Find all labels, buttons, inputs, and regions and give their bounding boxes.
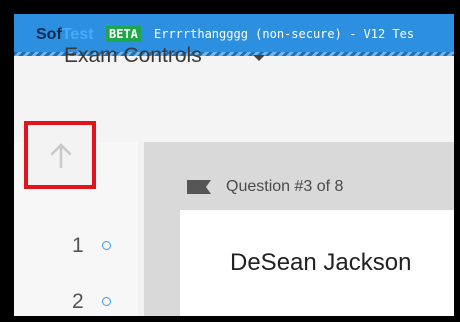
logo-text-part1: Sof — [36, 26, 62, 43]
arrow-up-icon — [50, 143, 72, 169]
question-header: Question #3 of 8 — [226, 178, 344, 195]
chevron-down-icon[interactable] — [253, 55, 265, 61]
question-number: 1 — [72, 234, 84, 257]
question-nav-item[interactable]: 2 — [72, 289, 142, 319]
circle-outline-icon — [102, 297, 111, 306]
circle-outline-icon — [102, 241, 111, 250]
window-title: Errrrthangggg (non-secure) - V12 Tes — [154, 27, 415, 41]
exam-controls-menu[interactable]: Exam Controls — [64, 43, 202, 69]
softest-logo: SofTest — [36, 25, 94, 45]
question-nav-item[interactable]: 1 — [72, 233, 142, 263]
flag-icon[interactable] — [186, 179, 212, 195]
question-number: 2 — [72, 290, 84, 313]
beta-badge: BETA — [106, 26, 141, 42]
scroll-up-button[interactable] — [24, 121, 96, 189]
logo-text-part2: Test — [61, 26, 94, 43]
question-text: DeSean Jackson — [230, 249, 412, 276]
